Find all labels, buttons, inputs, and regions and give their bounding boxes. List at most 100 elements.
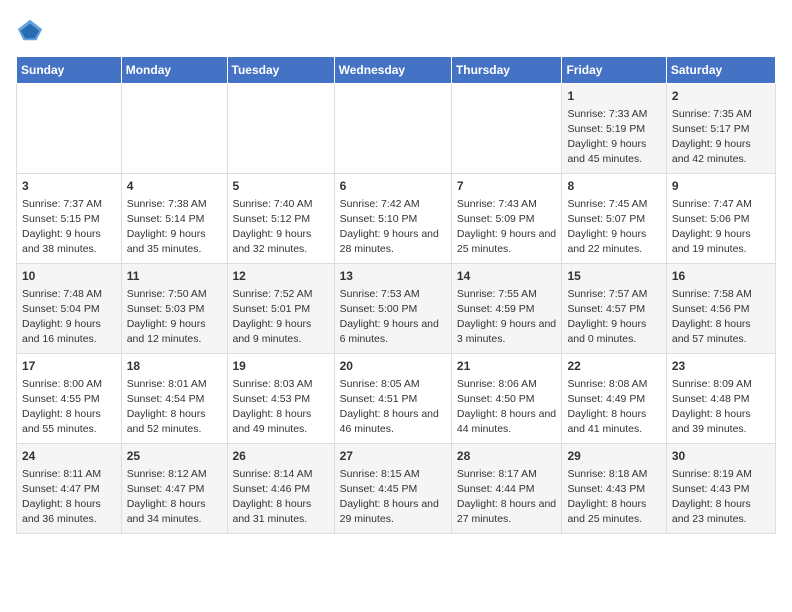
day-number: 1 — [567, 88, 660, 105]
calendar-cell: 17 Sunrise: 8:00 AM Sunset: 4:55 PM Dayli… — [17, 354, 122, 444]
calendar-cell: 4 Sunrise: 7:38 AM Sunset: 5:14 PM Daylig… — [121, 174, 227, 264]
calendar-cell: 12Sunrise: 7:52 AM Sunset: 5:01 PM Dayli… — [227, 264, 334, 354]
day-info: Sunrise: 7:53 AM Sunset: 5:00 PM Dayligh… — [340, 287, 446, 348]
calendar-table: SundayMondayTuesdayWednesdayThursdayFrid… — [16, 56, 776, 534]
day-info: Sunrise: 8:14 AM Sunset: 4:46 PM Dayligh… — [233, 467, 329, 528]
calendar-cell: 28 Sunrise: 8:17 AM Sunset: 4:44 PM Dayli… — [451, 444, 562, 534]
calendar-cell: 16Sunrise: 7:58 AM Sunset: 4:56 PM Dayli… — [666, 264, 775, 354]
day-info: Sunrise: 7:45 AM Sunset: 5:07 PM Dayligh… — [567, 197, 660, 258]
day-number: 4 — [127, 178, 222, 195]
calendar-cell: 29 Sunrise: 8:18 AM Sunset: 4:43 PM Dayli… — [562, 444, 666, 534]
calendar-cell: 23 Sunrise: 8:09 AM Sunset: 4:48 PM Dayli… — [666, 354, 775, 444]
day-info: Sunrise: 8:08 AM Sunset: 4:49 PM Dayligh… — [567, 377, 660, 438]
logo-icon — [16, 16, 44, 44]
day-number: 23 — [672, 358, 770, 375]
calendar-cell — [17, 84, 122, 174]
weekday-header: Wednesday — [334, 57, 451, 84]
day-number: 5 — [233, 178, 329, 195]
calendar-cell: 2 Sunrise: 7:35 AM Sunset: 5:17 PM Daylig… — [666, 84, 775, 174]
calendar-cell: 6 Sunrise: 7:42 AM Sunset: 5:10 PM Daylig… — [334, 174, 451, 264]
day-number: 13 — [340, 268, 446, 285]
calendar-cell: 5 Sunrise: 7:40 AM Sunset: 5:12 PM Daylig… — [227, 174, 334, 264]
weekday-header: Tuesday — [227, 57, 334, 84]
day-info: Sunrise: 7:38 AM Sunset: 5:14 PM Dayligh… — [127, 197, 222, 258]
calendar-cell: 7 Sunrise: 7:43 AM Sunset: 5:09 PM Daylig… — [451, 174, 562, 264]
day-info: Sunrise: 7:50 AM Sunset: 5:03 PM Dayligh… — [127, 287, 222, 348]
calendar-week: 24Sunrise: 8:11 AM Sunset: 4:47 PM Dayli… — [17, 444, 776, 534]
day-info: Sunrise: 7:33 AM Sunset: 5:19 PM Dayligh… — [567, 107, 660, 168]
day-number: 10 — [22, 268, 116, 285]
day-number: 30 — [672, 448, 770, 465]
calendar-cell: 21 Sunrise: 8:06 AM Sunset: 4:50 PM Dayli… — [451, 354, 562, 444]
day-number: 18 — [127, 358, 222, 375]
day-info: Sunrise: 8:09 AM Sunset: 4:48 PM Dayligh… — [672, 377, 770, 438]
day-number: 17 — [22, 358, 116, 375]
calendar-cell: 18 Sunrise: 8:01 AM Sunset: 4:54 PM Dayli… — [121, 354, 227, 444]
calendar-cell: 13 Sunrise: 7:53 AM Sunset: 5:00 PM Dayli… — [334, 264, 451, 354]
calendar-cell: 15 Sunrise: 7:57 AM Sunset: 4:57 PM Dayli… — [562, 264, 666, 354]
calendar-cell: 30 Sunrise: 8:19 AM Sunset: 4:43 PM Dayli… — [666, 444, 775, 534]
day-info: Sunrise: 8:05 AM Sunset: 4:51 PM Dayligh… — [340, 377, 446, 438]
calendar-cell — [451, 84, 562, 174]
calendar-cell: 8 Sunrise: 7:45 AM Sunset: 5:07 PM Daylig… — [562, 174, 666, 264]
calendar-cell: 11 Sunrise: 7:50 AM Sunset: 5:03 PM Dayli… — [121, 264, 227, 354]
day-info: Sunrise: 8:06 AM Sunset: 4:50 PM Dayligh… — [457, 377, 557, 438]
calendar-week: 17 Sunrise: 8:00 AM Sunset: 4:55 PM Dayli… — [17, 354, 776, 444]
calendar-cell: 19Sunrise: 8:03 AM Sunset: 4:53 PM Dayli… — [227, 354, 334, 444]
day-number: 7 — [457, 178, 557, 195]
weekday-header: Thursday — [451, 57, 562, 84]
weekday-header: Friday — [562, 57, 666, 84]
day-number: 22 — [567, 358, 660, 375]
calendar-cell: 1 Sunrise: 7:33 AM Sunset: 5:19 PM Daylig… — [562, 84, 666, 174]
calendar-cell: 9Sunrise: 7:47 AM Sunset: 5:06 PM Daylig… — [666, 174, 775, 264]
day-number: 29 — [567, 448, 660, 465]
day-info: Sunrise: 7:42 AM Sunset: 5:10 PM Dayligh… — [340, 197, 446, 258]
day-info: Sunrise: 7:52 AM Sunset: 5:01 PM Dayligh… — [233, 287, 329, 348]
day-info: Sunrise: 7:35 AM Sunset: 5:17 PM Dayligh… — [672, 107, 770, 168]
calendar-cell — [121, 84, 227, 174]
day-info: Sunrise: 8:17 AM Sunset: 4:44 PM Dayligh… — [457, 467, 557, 528]
calendar-cell: 3 Sunrise: 7:37 AM Sunset: 5:15 PM Daylig… — [17, 174, 122, 264]
calendar-cell — [227, 84, 334, 174]
day-number: 26 — [233, 448, 329, 465]
day-info: Sunrise: 7:55 AM Sunset: 4:59 PM Dayligh… — [457, 287, 557, 348]
calendar-cell — [334, 84, 451, 174]
day-number: 25 — [127, 448, 222, 465]
day-info: Sunrise: 8:12 AM Sunset: 4:47 PM Dayligh… — [127, 467, 222, 528]
logo — [16, 16, 48, 44]
day-info: Sunrise: 7:58 AM Sunset: 4:56 PM Dayligh… — [672, 287, 770, 348]
weekday-header: Monday — [121, 57, 227, 84]
day-number: 2 — [672, 88, 770, 105]
day-number: 6 — [340, 178, 446, 195]
day-info: Sunrise: 8:03 AM Sunset: 4:53 PM Dayligh… — [233, 377, 329, 438]
calendar-cell: 22 Sunrise: 8:08 AM Sunset: 4:49 PM Dayli… — [562, 354, 666, 444]
calendar-cell: 26 Sunrise: 8:14 AM Sunset: 4:46 PM Dayli… — [227, 444, 334, 534]
calendar-cell: 14 Sunrise: 7:55 AM Sunset: 4:59 PM Dayli… — [451, 264, 562, 354]
day-number: 28 — [457, 448, 557, 465]
weekday-header: Sunday — [17, 57, 122, 84]
day-number: 24 — [22, 448, 116, 465]
day-number: 15 — [567, 268, 660, 285]
day-info: Sunrise: 8:01 AM Sunset: 4:54 PM Dayligh… — [127, 377, 222, 438]
day-number: 14 — [457, 268, 557, 285]
day-info: Sunrise: 7:37 AM Sunset: 5:15 PM Dayligh… — [22, 197, 116, 258]
page-header — [16, 16, 776, 44]
day-number: 21 — [457, 358, 557, 375]
day-number: 3 — [22, 178, 116, 195]
day-info: Sunrise: 8:19 AM Sunset: 4:43 PM Dayligh… — [672, 467, 770, 528]
calendar-cell: 25 Sunrise: 8:12 AM Sunset: 4:47 PM Dayli… — [121, 444, 227, 534]
calendar-header: SundayMondayTuesdayWednesdayThursdayFrid… — [17, 57, 776, 84]
day-number: 9 — [672, 178, 770, 195]
calendar-cell: 27Sunrise: 8:15 AM Sunset: 4:45 PM Dayli… — [334, 444, 451, 534]
day-number: 27 — [340, 448, 446, 465]
day-info: Sunrise: 7:43 AM Sunset: 5:09 PM Dayligh… — [457, 197, 557, 258]
day-info: Sunrise: 7:40 AM Sunset: 5:12 PM Dayligh… — [233, 197, 329, 258]
day-number: 20 — [340, 358, 446, 375]
calendar-week: 3 Sunrise: 7:37 AM Sunset: 5:15 PM Daylig… — [17, 174, 776, 264]
calendar-cell: 10Sunrise: 7:48 AM Sunset: 5:04 PM Dayli… — [17, 264, 122, 354]
day-info: Sunrise: 7:57 AM Sunset: 4:57 PM Dayligh… — [567, 287, 660, 348]
day-info: Sunrise: 8:00 AM Sunset: 4:55 PM Dayligh… — [22, 377, 116, 438]
day-number: 11 — [127, 268, 222, 285]
day-info: Sunrise: 8:18 AM Sunset: 4:43 PM Dayligh… — [567, 467, 660, 528]
day-number: 8 — [567, 178, 660, 195]
